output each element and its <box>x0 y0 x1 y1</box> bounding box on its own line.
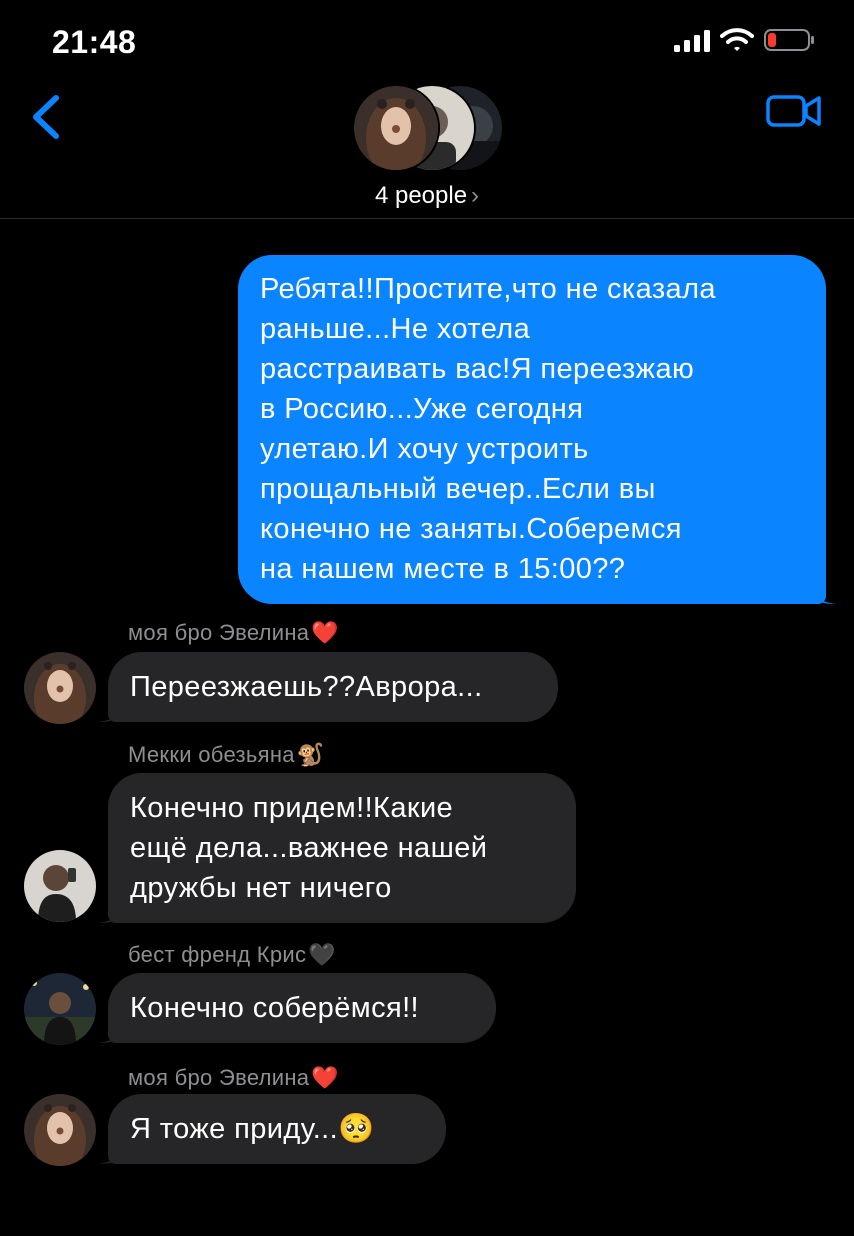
sender-name: моя бро Эвелина❤️ <box>128 1065 339 1091</box>
conversation-header: 4 people › <box>0 80 854 219</box>
message-line: Ребята!!Простите,что не сказала <box>260 273 716 305</box>
black-heart-icon: 🖤 <box>308 942 336 967</box>
bubble-tail <box>98 1142 124 1164</box>
sender-name: моя бро Эвелина❤️ <box>128 620 339 646</box>
message-line: Конечно придем!!Какие <box>130 792 454 824</box>
heart-icon: ❤️ <box>311 620 340 645</box>
cellular-signal-icon <box>674 30 710 52</box>
message-line: прощальный вечер..Если вы <box>260 473 656 505</box>
avatar[interactable] <box>24 973 96 1045</box>
status-bar: 21:48 <box>0 0 854 80</box>
message-line: дружбы нет ничего <box>130 872 392 904</box>
battery-icon <box>764 29 814 51</box>
bubble-tail <box>98 901 124 923</box>
avatar[interactable] <box>24 850 96 922</box>
status-time: 21:48 <box>52 24 137 60</box>
group-participants-label: 4 people <box>374 182 468 209</box>
sender-name: бест френд Крис🖤 <box>128 942 336 968</box>
sender-name-text: моя бро Эвелина <box>128 620 310 645</box>
video-call-icon[interactable] <box>766 94 822 128</box>
outgoing-message[interactable]: Ребята!!Простите,что не сказала раньше..… <box>238 255 836 604</box>
sender-name: Мекки обезьяна🐒 <box>128 742 325 768</box>
message-line: расстраивать вас!Я переезжаю <box>260 353 695 385</box>
back-chevron-icon[interactable] <box>26 92 66 142</box>
incoming-message[interactable]: Переезжаешь??Аврора... <box>98 652 558 722</box>
message-line: ещё дела...важнее нашей <box>130 832 488 864</box>
incoming-message[interactable]: Конечно придем!!Какие ещё дела...важнее … <box>98 773 576 923</box>
sender-name-text: Мекки обезьяна <box>128 742 295 767</box>
group-participants-link[interactable]: 4 people › <box>0 182 854 210</box>
incoming-message[interactable]: Конечно соберёмся!! <box>98 973 496 1043</box>
message-line: в Россию...Уже сегодня <box>260 393 584 425</box>
sender-name-text: моя бро Эвелина <box>128 1065 310 1090</box>
bubble-tail <box>810 582 836 604</box>
message-line: на нашем месте в 15:00?? <box>260 553 626 585</box>
message-line: Я тоже приду...🥺 <box>130 1113 375 1145</box>
bubble-tail <box>98 700 124 722</box>
incoming-message[interactable]: Я тоже приду...🥺 <box>98 1094 446 1164</box>
message-line: конечно не заняты.Соберемся <box>260 513 682 545</box>
avatar-group-member-1 <box>352 84 440 172</box>
message-line: улетаю.И хочу устроить <box>260 433 589 465</box>
message-line: Переезжаешь??Аврора... <box>130 671 483 703</box>
avatar[interactable] <box>24 1094 96 1166</box>
chevron-right-icon: › <box>471 182 480 209</box>
message-line: Конечно соберёмся!! <box>130 992 419 1024</box>
monkey-icon: 🐒 <box>296 742 325 767</box>
heart-icon: ❤️ <box>311 1065 340 1090</box>
bubble-tail <box>98 1021 124 1043</box>
message-line: раньше...Не хотела <box>260 313 531 345</box>
wifi-icon <box>720 28 754 51</box>
group-avatar-stack[interactable] <box>352 84 504 172</box>
avatar[interactable] <box>24 652 96 724</box>
sender-name-text: бест френд Крис <box>128 942 307 967</box>
